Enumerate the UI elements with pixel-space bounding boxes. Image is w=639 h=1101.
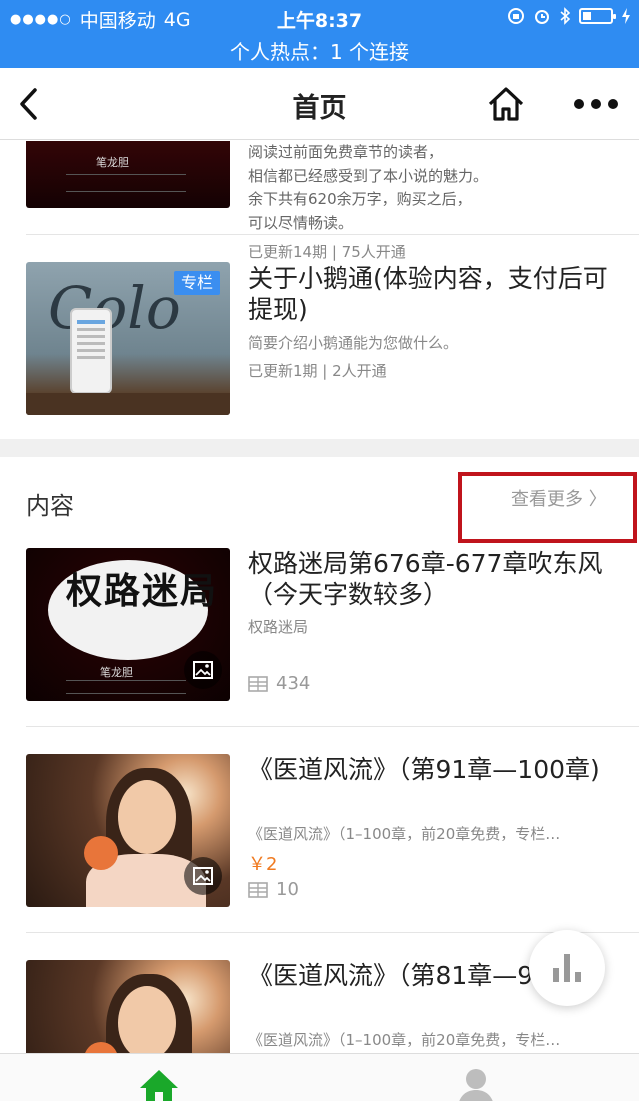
content-scroll-area[interactable]: 笔龙胆 阅读过前面免费章节的读者， 相信都已经感受到了本小说的魅力。 余下共有6… xyxy=(0,141,639,1053)
grid-icon xyxy=(248,881,268,898)
bar-chart-icon[interactable] xyxy=(529,930,605,1006)
bluetooth-icon xyxy=(560,7,571,25)
section-gap xyxy=(0,439,639,457)
content-item-subtitle: 《医道风流》（1–100章，前20章免费，专栏… xyxy=(248,825,561,843)
cover-decoration xyxy=(66,174,186,192)
home-icon[interactable] xyxy=(486,84,526,124)
alarm-icon xyxy=(535,10,549,24)
hotspot-banner[interactable]: 个人热点：1 个连接 xyxy=(0,36,639,65)
intro-item-cover[interactable]: 笔龙胆 xyxy=(26,141,230,208)
tab-home-icon[interactable] xyxy=(138,1068,180,1101)
description-line: 阅读过前面免费章节的读者， xyxy=(248,143,444,161)
list-divider xyxy=(26,932,639,933)
description-line: 相信都已经感受到了本小说的魅力。 xyxy=(248,166,489,185)
column-badge: 专栏 xyxy=(174,271,220,295)
see-more-highlight-box xyxy=(458,472,637,543)
cover-face xyxy=(118,780,176,854)
column-item-subtitle: 简要介绍小鹅通能为您做什么。 xyxy=(248,334,459,352)
status-bar: ●●●●○ 中国移动 4G 上午8:37 个人热点：1 个连接 xyxy=(0,0,639,68)
cover-script-art: Colo xyxy=(48,274,181,342)
cover-author-mark: 笔龙胆 xyxy=(100,666,133,679)
charging-icon xyxy=(622,8,630,24)
rotation-lock-icon xyxy=(508,8,524,24)
content-item-price: ￥2 xyxy=(248,854,278,875)
cover-flower xyxy=(84,836,118,870)
content-item-count: 10 xyxy=(248,879,299,900)
tab-user-icon[interactable] xyxy=(456,1066,496,1101)
cover-title-art: 权路迷局 xyxy=(66,570,219,612)
battery-icon xyxy=(579,8,616,24)
description-line: 余下共有620余万字，购买之后， xyxy=(248,190,472,208)
cover-decoration xyxy=(66,680,186,694)
cover-table-image xyxy=(26,393,230,415)
page-title: 首页 xyxy=(292,93,347,124)
image-icon xyxy=(184,857,222,895)
column-item-meta: 已更新1期 | 2人开通 xyxy=(248,362,387,380)
intro-item-description[interactable]: 阅读过前面免费章节的读者， 相信都已经感受到了本小说的魅力。 余下共有620余万… xyxy=(248,141,618,235)
content-item-cover[interactable] xyxy=(26,754,230,907)
content-item-subtitle: 权路迷局 xyxy=(248,618,309,636)
list-divider xyxy=(26,726,639,727)
content-item-count: 434 xyxy=(248,673,310,694)
cover-phone-image xyxy=(70,308,112,394)
count-value: 10 xyxy=(276,879,299,900)
image-icon xyxy=(184,651,222,689)
content-item-cover[interactable]: 权路迷局 笔龙胆 xyxy=(26,548,230,701)
content-item-cover[interactable] xyxy=(26,960,230,1053)
cover-face xyxy=(118,986,176,1053)
description-line: 可以尽情畅读。 xyxy=(248,213,354,232)
intro-item-updated: 已更新14期 | 75人开通 xyxy=(248,243,406,261)
content-item-title[interactable]: 权路迷局第676章-677章吹东风（今天字数较多） xyxy=(248,548,618,610)
cover-author-mark: 笔龙胆 xyxy=(96,156,129,169)
content-item-subtitle: 《医道风流》（1–100章，前20章免费，专栏… xyxy=(248,1031,561,1049)
count-value: 434 xyxy=(276,673,311,694)
content-item-title[interactable]: 《医道风流》（第91章—100章) xyxy=(248,754,618,785)
tab-bar xyxy=(0,1053,639,1101)
list-divider xyxy=(26,234,639,235)
grid-icon xyxy=(248,675,268,692)
section-title: 内容 xyxy=(26,492,74,520)
more-dots-icon[interactable] xyxy=(574,91,618,117)
nav-bar: 首页 xyxy=(0,68,639,140)
column-item-title[interactable]: 关于小鹅通(体验内容，支付后可提现) xyxy=(248,263,618,325)
